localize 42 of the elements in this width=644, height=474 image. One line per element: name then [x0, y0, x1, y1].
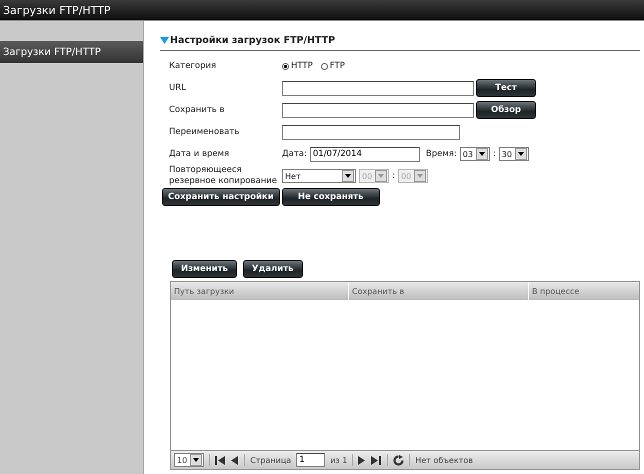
list-button[interactable]: Изменить — [172, 260, 237, 278]
time-separator: : — [492, 149, 496, 159]
section-title: Настройки загрузок FTP/HTTP — [170, 35, 336, 46]
collapse-triangle-icon[interactable] — [160, 37, 169, 44]
hour-dropdown[interactable]: 03 — [460, 147, 490, 161]
page-count: из 1 — [330, 456, 348, 464]
field-label: Повторяющееся резервное копирование — [169, 165, 278, 187]
radio-label: FTP — [330, 61, 345, 71]
field-label: Сохранить в — [169, 105, 226, 115]
page-size-dropdown[interactable]: 10 — [174, 453, 204, 467]
page-field[interactable]: 1 — [296, 453, 326, 467]
repeat-dropdown[interactable]: Нет — [282, 169, 356, 183]
date-field[interactable]: 01/07/2014 — [310, 146, 420, 162]
minute-dropdown[interactable]: 30 — [498, 147, 529, 161]
next-page-icon[interactable] — [358, 456, 366, 464]
form-button[interactable]: Не сохранять — [282, 188, 380, 206]
field-label: Переименовать — [169, 127, 240, 137]
form-button[interactable]: Сохранить настройки — [162, 188, 280, 206]
browse-button[interactable]: Обзор — [476, 101, 536, 119]
radio-button[interactable] — [282, 62, 289, 70]
sidebar-item[interactable]: Загрузки FTP/HTTP — [0, 41, 143, 63]
time-label: Время: — [426, 149, 457, 159]
time-separator: : — [392, 171, 396, 181]
field-label: Дата и время — [169, 149, 230, 159]
refresh-icon[interactable] — [393, 454, 404, 466]
test-button[interactable]: Тест — [476, 79, 536, 97]
pager-status: Нет объектов — [415, 456, 473, 464]
last-page-icon[interactable] — [371, 456, 382, 464]
first-page-icon[interactable] — [215, 456, 226, 464]
window-title: Загрузки FTP/HTTP — [3, 4, 111, 16]
list-button[interactable]: Удалить — [242, 260, 303, 278]
column-header[interactable]: В процессе — [529, 282, 639, 300]
previous-page-icon[interactable] — [231, 456, 240, 464]
rename-field[interactable] — [282, 124, 460, 140]
field-label: URL — [169, 83, 187, 93]
path-field[interactable] — [282, 102, 474, 118]
radio-label: HTTP — [291, 61, 313, 71]
field-label: Категория — [169, 61, 218, 71]
radio-button[interactable] — [320, 62, 328, 70]
url-field[interactable] — [282, 80, 474, 96]
page-label: Страница — [250, 456, 292, 464]
date-label: Дата: — [282, 149, 307, 159]
